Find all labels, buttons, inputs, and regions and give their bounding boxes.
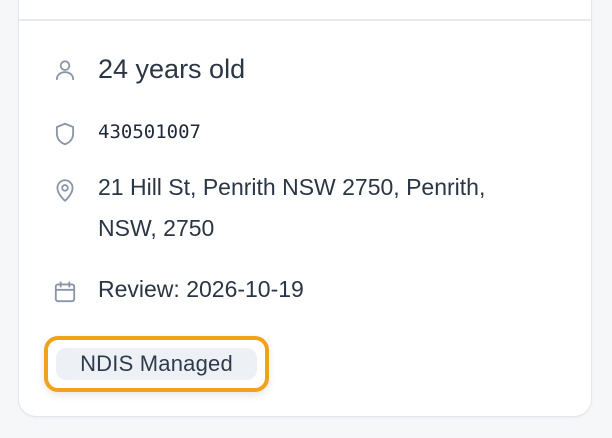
- address-text: 21 Hill St, Penrith NSW 2750, Penrith, N…: [98, 174, 486, 241]
- client-card: 24 years old 430501007 21 Hill St, Penri…: [18, 0, 592, 417]
- calendar-icon: [52, 279, 78, 305]
- card-divider: [19, 19, 591, 21]
- review-date: Review: 2026-10-19: [98, 276, 304, 302]
- id-row: 430501007: [52, 119, 201, 147]
- location-pin-icon: [52, 177, 78, 203]
- user-icon: [52, 57, 78, 83]
- badge-focus-ring[interactable]: NDIS Managed: [44, 336, 269, 392]
- address-row: 21 Hill St, Penrith NSW 2750, Penrith, N…: [52, 174, 538, 249]
- shield-icon: [52, 121, 78, 147]
- id-number: 430501007: [98, 121, 201, 143]
- ndis-managed-badge[interactable]: NDIS Managed: [56, 348, 257, 380]
- age-row: 24 years old: [52, 54, 246, 86]
- review-row: Review: 2026-10-19: [52, 276, 304, 305]
- age-text: 24 years old: [98, 54, 246, 84]
